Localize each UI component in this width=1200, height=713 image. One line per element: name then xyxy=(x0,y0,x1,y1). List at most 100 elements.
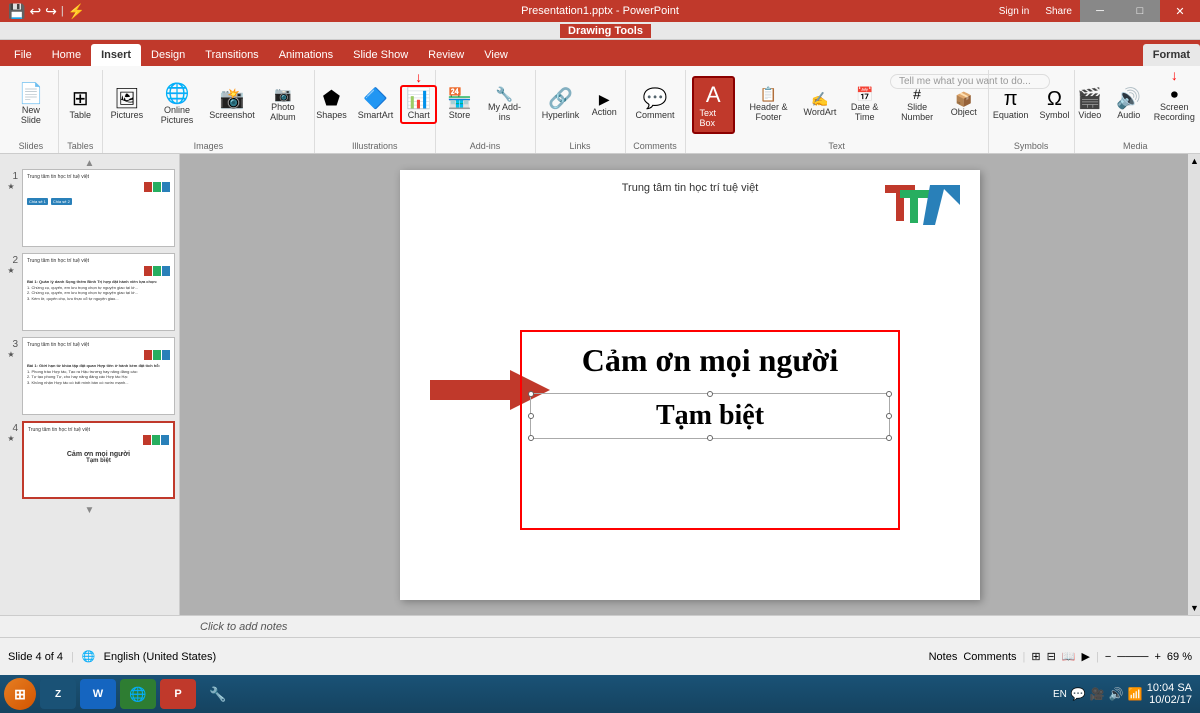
taskbar-tray: EN 💬 🎥 🔊 📶 10:04 SA 10/02/17 xyxy=(1053,682,1196,706)
tray-chat-icon: 💬 xyxy=(1071,687,1086,701)
slides-group-label: Slides xyxy=(4,141,58,151)
scroll-up-arrow[interactable]: ▲ xyxy=(1188,154,1200,168)
date-time-btn[interactable]: 📅 Date & Time xyxy=(841,85,888,124)
images-group-label: Images xyxy=(103,141,314,151)
hyperlink-btn[interactable]: 🔗 Hyperlink xyxy=(538,87,584,122)
chart-btn[interactable]: ↓ 📊 Chart xyxy=(400,85,437,124)
notes-bar[interactable]: Click to add notes xyxy=(0,615,1200,637)
minimize-btn[interactable]: ─ xyxy=(1080,0,1120,22)
slide-preview-4[interactable]: Trung tâm tin học trí tuệ việt Cảm ơn mọ… xyxy=(22,421,175,499)
header-footer-btn[interactable]: 📋 Header & Footer xyxy=(738,85,799,124)
tab-home[interactable]: Home xyxy=(42,44,91,66)
tray-network-icon: 📶 xyxy=(1128,687,1143,701)
date-time-icon: 📅 xyxy=(856,87,873,101)
date-time-label: Date & Time xyxy=(845,102,884,122)
header-footer-icon: 📋 xyxy=(760,87,777,101)
zoom-in-btn[interactable]: + xyxy=(1154,651,1160,663)
notes-btn[interactable]: Notes xyxy=(929,651,958,663)
tab-design[interactable]: Design xyxy=(141,44,195,66)
tab-transitions[interactable]: Transitions xyxy=(195,44,268,66)
comment-icon: 💬 xyxy=(643,89,668,109)
table-btn[interactable]: ⊞ Table xyxy=(62,87,98,122)
taskbar-chrome-btn[interactable]: 🌐 xyxy=(120,679,156,709)
zoom-out-btn[interactable]: − xyxy=(1105,651,1111,663)
photo-album-label: Photo Album xyxy=(262,102,304,122)
symbol-label: Symbol xyxy=(1039,110,1069,120)
my-addins-btn[interactable]: 🔧 My Add-ins xyxy=(481,85,529,124)
scroll-up-btn[interactable]: ▲ xyxy=(4,158,175,169)
slide-preview-3[interactable]: Trung tâm tin học trí tuệ việt Bài 1: Gi… xyxy=(22,337,175,415)
view-reading-btn[interactable]: 📖 xyxy=(1062,650,1076,663)
zoom-slider[interactable]: ──── xyxy=(1117,651,1148,663)
object-btn[interactable]: 📦 Object xyxy=(946,90,982,119)
audio-label: Audio xyxy=(1117,110,1140,120)
new-slide-label: New Slide xyxy=(14,105,48,125)
vertical-scrollbar[interactable]: ▲ ▼ xyxy=(1188,154,1200,615)
inner-text-box[interactable]: Tạm biệt xyxy=(530,393,890,439)
symbol-btn[interactable]: Ω Symbol xyxy=(1035,87,1073,122)
close-btn[interactable]: ✕ xyxy=(1160,0,1200,22)
tab-view[interactable]: View xyxy=(474,44,518,66)
tab-review[interactable]: Review xyxy=(418,44,474,66)
share-btn[interactable]: Share xyxy=(1037,6,1080,17)
taskbar-ppt-btn[interactable]: P xyxy=(160,679,196,709)
photo-album-btn[interactable]: 📷 Photo Album xyxy=(258,85,308,124)
scroll-down-arrow[interactable]: ▼ xyxy=(1188,601,1200,615)
tab-file[interactable]: File xyxy=(4,44,42,66)
main-text-box[interactable]: Cảm ơn mọi người Tạm biệt xyxy=(520,330,900,530)
wordart-icon: ✍ xyxy=(811,92,828,106)
slide-thumb-2[interactable]: 2 ★ Trung tâm tin học trí tuệ việt Bài 1… xyxy=(4,253,175,331)
screen-recording-btn[interactable]: ↓ ⏺ ScreenRecording xyxy=(1150,85,1199,124)
slide-preview-2[interactable]: Trung tâm tin học trí tuệ việt Bài 1: Qu… xyxy=(22,253,175,331)
slide-thumb-3[interactable]: 3 ★ Trung tâm tin học trí tuệ việt Bài 1… xyxy=(4,337,175,415)
slide-thumb-1[interactable]: 1 ★ Trung tâm tin học trí tuệ việt Chia … xyxy=(4,169,175,247)
slide-number-btn[interactable]: # Slide Number xyxy=(891,85,942,124)
handle-tr xyxy=(886,391,892,397)
taskbar-word-btn[interactable]: W xyxy=(80,679,116,709)
pictures-label: Pictures xyxy=(111,110,144,120)
comment-btn[interactable]: 💬 Comment xyxy=(632,87,679,122)
audio-btn[interactable]: 🔊 Audio xyxy=(1111,87,1147,122)
pictures-btn[interactable]: 🖼 Pictures xyxy=(109,87,145,122)
taskbar-zalo-btn[interactable]: Z xyxy=(40,679,76,709)
wordart-btn[interactable]: ✍ WordArt xyxy=(802,90,838,119)
tab-animations[interactable]: Animations xyxy=(269,44,343,66)
new-slide-btn[interactable]: 📄 New Slide xyxy=(10,82,52,127)
comments-btn[interactable]: Comments xyxy=(963,651,1016,663)
sign-in-btn[interactable]: Sign in xyxy=(991,6,1038,17)
slide-count: Slide 4 of 4 xyxy=(8,651,63,663)
slide-number-4: 4 xyxy=(4,421,18,434)
tab-insert[interactable]: Insert xyxy=(91,44,141,66)
online-pictures-btn[interactable]: 🌐 Online Pictures xyxy=(148,82,206,127)
start-btn[interactable]: ⊞ xyxy=(4,678,36,710)
maximize-btn[interactable]: □ xyxy=(1120,0,1160,22)
shapes-btn[interactable]: ⬟ Shapes xyxy=(312,87,351,122)
smartart-btn[interactable]: 🔷 SmartArt xyxy=(354,87,398,122)
object-label: Object xyxy=(951,107,977,117)
equation-btn[interactable]: π Equation xyxy=(989,87,1033,122)
screenshot-label: Screenshot xyxy=(209,110,255,120)
tell-me-input[interactable]: Tell me what you want to do... xyxy=(890,74,1050,89)
scroll-down-btn[interactable]: ▼ xyxy=(4,505,175,516)
taskbar-misc-btn[interactable]: 🔧 xyxy=(200,679,236,709)
slide-preview-1[interactable]: Trung tâm tin học trí tuệ việt Chia sẻ 1… xyxy=(22,169,175,247)
handle-br xyxy=(886,435,892,441)
my-addins-icon: 🔧 xyxy=(496,87,513,101)
tables-group-label: Tables xyxy=(59,141,102,151)
textbox-btn[interactable]: A Text Box xyxy=(692,76,735,134)
smartart-icon: 🔷 xyxy=(363,89,388,109)
symbol-icon: Ω xyxy=(1047,89,1062,109)
tab-format[interactable]: Format xyxy=(1143,44,1200,66)
handle-ml xyxy=(528,413,534,419)
screenshot-btn[interactable]: 📸 Screenshot xyxy=(209,87,255,122)
tab-slideshow[interactable]: Slide Show xyxy=(343,44,418,66)
action-btn[interactable]: ▶ Action xyxy=(586,90,622,119)
status-right: Notes Comments | ⊞ ⊟ 📖 ▶ | − ──── + 69 % xyxy=(929,650,1192,663)
view-slideshow-btn[interactable]: ▶ xyxy=(1082,650,1090,663)
store-btn[interactable]: 🏪 Store xyxy=(442,87,478,122)
video-btn[interactable]: 🎬 Video xyxy=(1072,87,1108,122)
view-normal-btn[interactable]: ⊞ xyxy=(1031,650,1040,663)
slide-thumb-4[interactable]: 4 ★ Trung tâm tin học trí tuệ việt Cảm ơ… xyxy=(4,421,175,499)
view-slide-sorter-btn[interactable]: ⊟ xyxy=(1047,650,1056,663)
textbox-icon: A xyxy=(706,82,721,108)
